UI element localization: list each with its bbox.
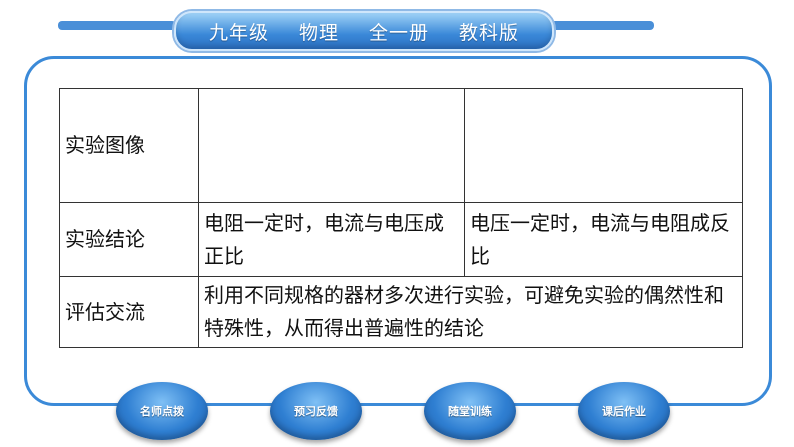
header-right-line: [548, 21, 654, 30]
table-row: 实验图像: [59, 88, 743, 203]
row-label-conclusion: 实验结论: [59, 202, 199, 277]
evaluation-cell: 利用不同规格的器材多次进行实验，可避免实验的偶然性和特殊性，从而得出普遍性的结论: [198, 276, 743, 348]
class-training-button[interactable]: 随堂训练: [424, 382, 516, 440]
image-cell-a: [198, 88, 465, 203]
homework-label: 课后作业: [602, 405, 646, 418]
header-banner: 九年级 物理 全一册 教科版: [174, 11, 554, 51]
row-label-image: 实验图像: [59, 88, 199, 203]
header-left-line: [58, 21, 176, 30]
edition-label: 教科版: [459, 21, 520, 44]
homework-button[interactable]: 课后作业: [578, 382, 670, 440]
teacher-tips-button[interactable]: 名师点拨: [116, 382, 208, 440]
class-training-label: 随堂训练: [448, 405, 492, 418]
conclusion-cell-a: 电阻一定时，电流与电压成正比: [198, 202, 465, 277]
volume-label: 全一册: [369, 21, 430, 44]
conclusion-cell-b: 电压一定时，电流与电阻成反比: [464, 202, 743, 277]
image-cell-b: [464, 88, 743, 203]
teacher-tips-label: 名师点拨: [140, 405, 184, 418]
grade-label: 九年级: [208, 21, 269, 44]
table-row: 实验结论 电阻一定时，电流与电压成正比 电压一定时，电流与电阻成反比: [59, 202, 743, 277]
preview-feedback-label: 预习反馈: [294, 405, 338, 418]
row-label-evaluation: 评估交流: [59, 276, 199, 348]
subject-label: 物理: [298, 21, 339, 44]
table-row: 评估交流 利用不同规格的器材多次进行实验，可避免实验的偶然性和特殊性，从而得出普…: [59, 276, 743, 348]
preview-feedback-button[interactable]: 预习反馈: [270, 382, 362, 440]
experiment-table: 实验图像 实验结论 电阻一定时，电流与电压成正比 电压一定时，电流与电阻成反比 …: [59, 88, 743, 348]
